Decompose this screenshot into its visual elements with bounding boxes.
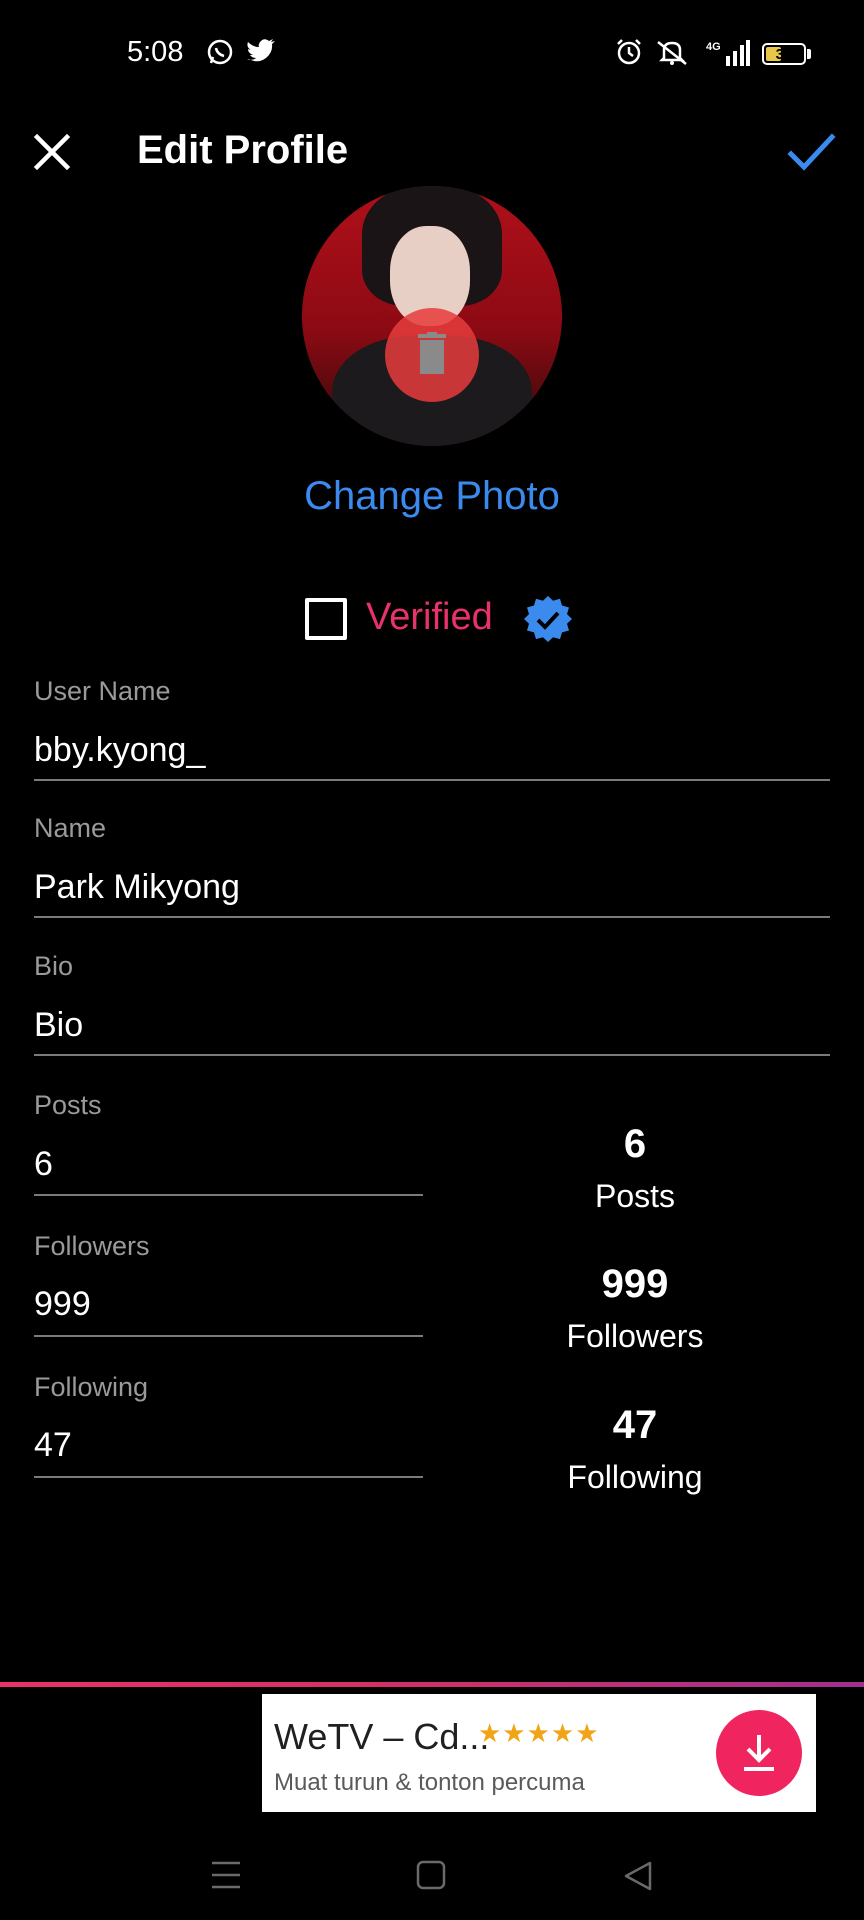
page-title: Edit Profile bbox=[137, 128, 349, 172]
username-label: User Name bbox=[34, 676, 171, 706]
stat-followers-label: Followers bbox=[566, 1318, 704, 1354]
ad-subtitle: Muat turun & tonton percuma bbox=[274, 1769, 585, 1796]
username-field[interactable]: bby.kyong_ bbox=[34, 731, 205, 770]
check-icon[interactable] bbox=[786, 127, 836, 177]
following-underline bbox=[34, 1476, 423, 1478]
status-time: 5:08 bbox=[127, 36, 184, 68]
whatsapp-icon bbox=[207, 39, 233, 65]
change-photo-link[interactable]: Change Photo bbox=[0, 474, 864, 519]
ad-divider bbox=[0, 1682, 864, 1687]
ad-banner[interactable]: WeTV – Cd... ★★★★★ Muat turun & tonton p… bbox=[262, 1694, 816, 1812]
delete-photo-button[interactable] bbox=[385, 308, 479, 402]
mute-icon bbox=[657, 41, 687, 65]
name-field[interactable]: Park Mikyong bbox=[34, 868, 240, 907]
twitter-icon bbox=[247, 39, 275, 62]
4g-signal-icon: 4G bbox=[706, 40, 750, 66]
toolbar: Edit Profile bbox=[0, 110, 864, 190]
close-icon[interactable] bbox=[28, 128, 76, 176]
status-bar: 5:08 4G 37 bbox=[0, 0, 864, 110]
download-icon bbox=[744, 1735, 774, 1771]
stat-posts-label: Posts bbox=[594, 1178, 676, 1214]
posts-label: Posts bbox=[34, 1090, 102, 1120]
verified-checkbox[interactable] bbox=[305, 598, 347, 640]
battery-tip bbox=[807, 49, 811, 59]
posts-underline bbox=[34, 1194, 423, 1196]
followers-label: Followers bbox=[34, 1231, 150, 1261]
bio-label: Bio bbox=[34, 951, 74, 981]
bio-field[interactable]: Bio bbox=[34, 1006, 83, 1045]
posts-field[interactable]: 6 bbox=[34, 1145, 53, 1184]
home-icon[interactable] bbox=[416, 1860, 446, 1890]
verified-label: Verified bbox=[366, 596, 493, 638]
verified-badge-icon bbox=[524, 596, 572, 643]
name-underline bbox=[34, 916, 830, 918]
username-underline bbox=[34, 779, 830, 781]
ad-title[interactable]: WeTV – Cd... bbox=[274, 1716, 489, 1758]
stat-followers-value: 999 bbox=[601, 1262, 669, 1306]
stat-posts-value: 6 bbox=[623, 1122, 647, 1166]
bio-underline bbox=[34, 1054, 830, 1056]
stat-following-value: 47 bbox=[612, 1403, 658, 1447]
back-icon[interactable] bbox=[622, 1860, 654, 1892]
trash-icon bbox=[418, 332, 446, 374]
svg-text:4G: 4G bbox=[706, 41, 721, 53]
battery-level: 37 bbox=[775, 46, 793, 63]
following-label: Following bbox=[34, 1372, 149, 1402]
battery-icon: 37 bbox=[762, 43, 806, 65]
ad-install-button[interactable] bbox=[716, 1710, 802, 1796]
menu-icon[interactable] bbox=[210, 1860, 242, 1890]
followers-underline bbox=[34, 1335, 423, 1337]
name-label: Name bbox=[34, 813, 107, 843]
ad-rating-stars: ★★★★★ bbox=[478, 1718, 600, 1748]
followers-field[interactable]: 999 bbox=[34, 1285, 91, 1324]
system-nav-bar bbox=[0, 1812, 864, 1920]
alarm-icon bbox=[617, 39, 641, 65]
following-field[interactable]: 47 bbox=[34, 1426, 72, 1465]
stat-following-label: Following bbox=[567, 1459, 703, 1495]
